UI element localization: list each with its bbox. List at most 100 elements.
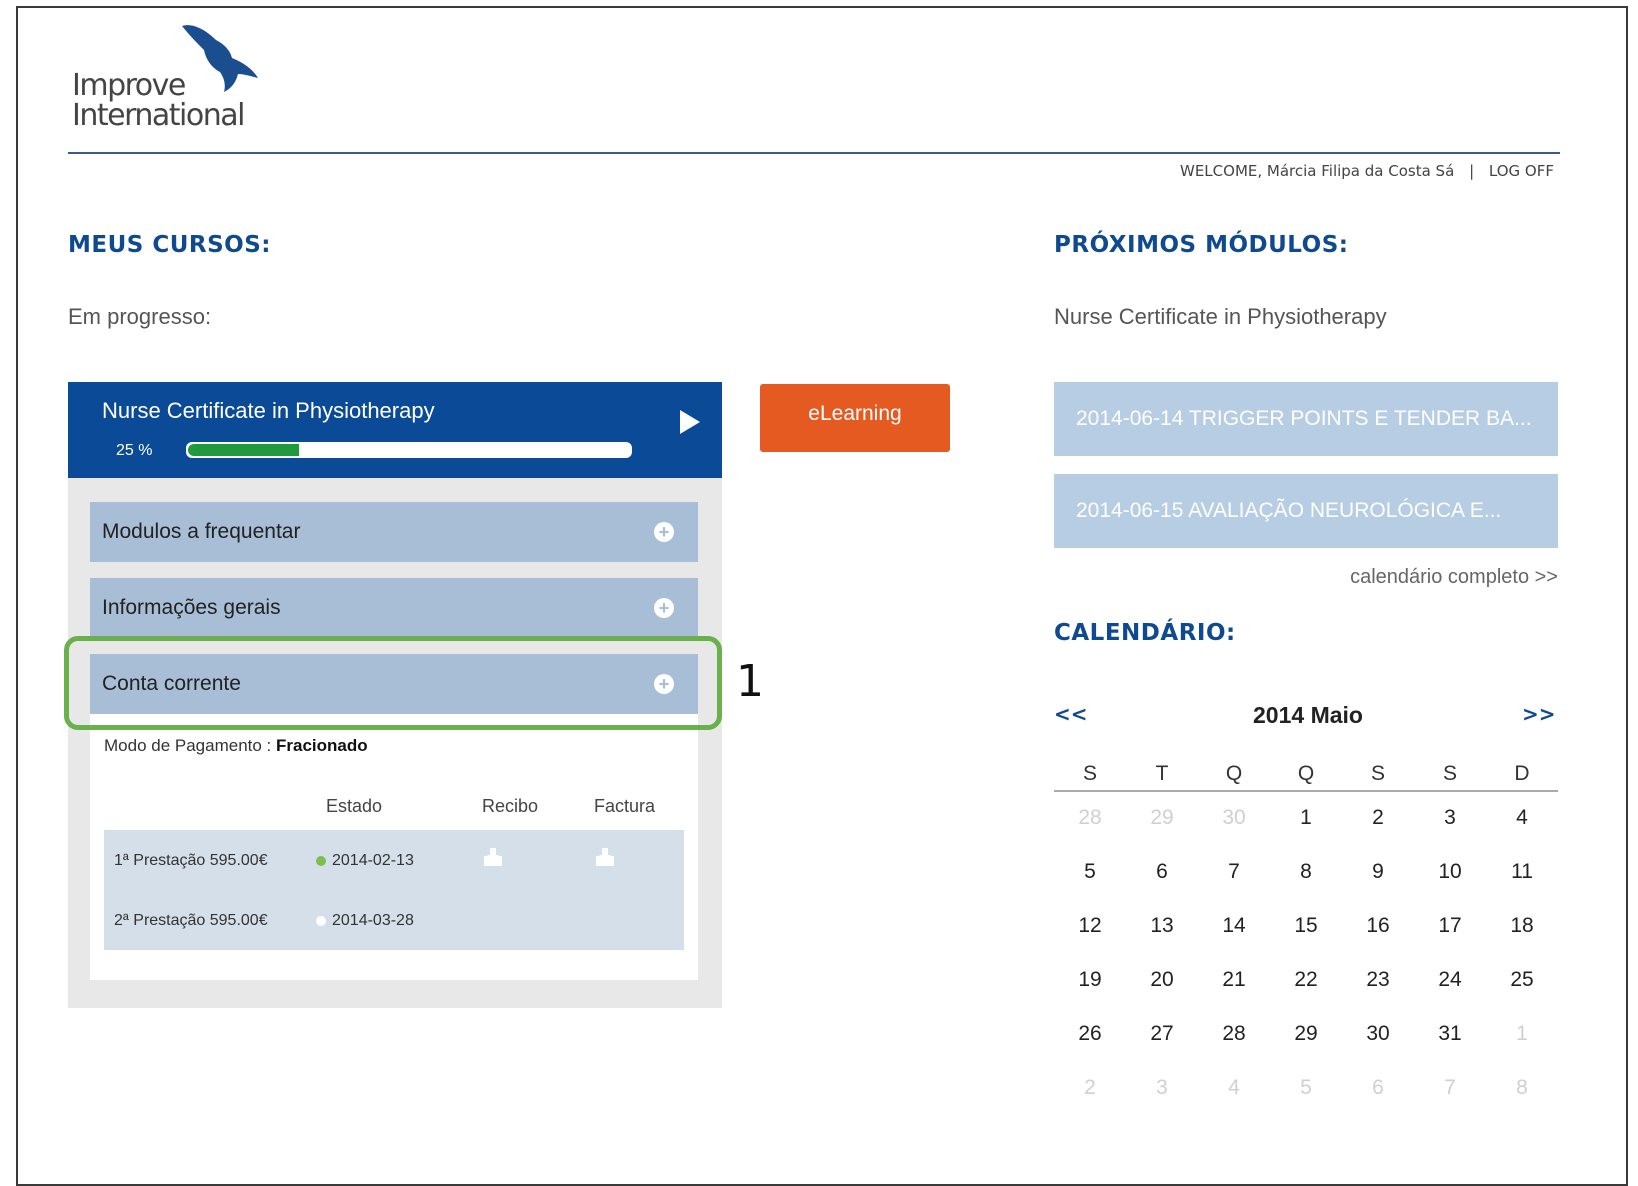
calendar-day: 3	[1156, 1076, 1168, 1099]
calendar-day[interactable]: 30	[1342, 1022, 1414, 1046]
course-header[interactable]: Nurse Certificate in Physiotherapy 25 %	[68, 382, 722, 478]
status-paid-icon	[316, 856, 326, 866]
calendar-day[interactable]: 4	[1486, 806, 1558, 830]
header-divider	[68, 152, 1560, 154]
progress-bar	[186, 442, 632, 458]
calendar-day[interactable]: 17	[1414, 914, 1486, 938]
calendar-day[interactable]: 16	[1342, 914, 1414, 938]
receipt-download-icon[interactable]	[482, 846, 504, 868]
weekday-label: S	[1082, 762, 1097, 785]
weekday-label: Q	[1225, 762, 1243, 785]
my-courses-title: MEUS CURSOS:	[68, 232, 271, 258]
calendar-day[interactable]: 6	[1126, 860, 1198, 884]
calendar-day[interactable]: 22	[1270, 968, 1342, 992]
calendar-day: 29	[1150, 806, 1174, 829]
course-body: Modulos a frequentar + Informações gerai…	[68, 478, 722, 1008]
calendar-next-button[interactable]: >>	[1522, 702, 1556, 726]
calendar-day: 6	[1372, 1076, 1384, 1099]
conta-corrente-panel: Modo de Pagamento : Fracionado Estado Re…	[90, 714, 698, 980]
calendar-day: 1	[1516, 1022, 1528, 1045]
next-modules-title: PRÓXIMOS MÓDULOS:	[1054, 232, 1349, 258]
calendar-day[interactable]: 15	[1270, 914, 1342, 938]
calendar-day: 7	[1444, 1076, 1456, 1099]
calendar-weekdays: STQQSSD	[1054, 762, 1558, 792]
logoff-link[interactable]: LOG OFF	[1489, 162, 1554, 180]
progress-label: 25 %	[116, 442, 153, 459]
calendar-day[interactable]: 23	[1342, 968, 1414, 992]
calendar-day: 5	[1300, 1076, 1312, 1099]
course-name: Nurse Certificate in Physiotherapy	[102, 398, 435, 423]
calendar-day[interactable]: 13	[1126, 914, 1198, 938]
calendar-day: 4	[1228, 1076, 1240, 1099]
payments-table: 1ª Prestação 595.00€ 2014-02-13 2ª Prest…	[104, 830, 684, 950]
table-row: 2ª Prestação 595.00€ 2014-03-28	[104, 890, 684, 950]
weekday-label: D	[1514, 762, 1530, 785]
header-estado: Estado	[326, 796, 383, 816]
calendar-day[interactable]: 24	[1414, 968, 1486, 992]
calendar-day[interactable]: 3	[1414, 806, 1486, 830]
installment-date: 2014-03-28	[332, 912, 414, 929]
eagle-icon	[182, 25, 258, 92]
calendar-day[interactable]: 7	[1198, 860, 1270, 884]
header-factura: Factura	[594, 796, 656, 816]
calendar-day: 2	[1084, 1076, 1096, 1099]
logo[interactable]: Improve International	[70, 22, 260, 134]
welcome-text: WELCOME, Márcia Filipa da Costa Sá	[1180, 162, 1455, 180]
calendar-day[interactable]: 9	[1342, 860, 1414, 884]
calendar-day[interactable]: 29	[1270, 1022, 1342, 1046]
separator: |	[1469, 162, 1475, 180]
calendar-day[interactable]: 1	[1270, 806, 1342, 830]
weekday-label: S	[1370, 762, 1385, 785]
user-bar: WELCOME, Márcia Filipa da Costa Sá | LOG…	[1180, 162, 1554, 180]
header-recibo: Recibo	[482, 796, 539, 816]
calendar-day[interactable]: 2	[1342, 806, 1414, 830]
calendar-day[interactable]: 19	[1054, 968, 1126, 992]
next-modules-course: Nurse Certificate in Physiotherapy	[1054, 304, 1387, 329]
table-row: 1ª Prestação 595.00€ 2014-02-13	[104, 830, 684, 890]
full-calendar-link[interactable]: calendário completo >>	[1350, 566, 1558, 589]
invoice-download-icon[interactable]	[594, 846, 616, 868]
in-progress-label: Em progresso:	[68, 304, 212, 329]
calendar-day[interactable]: 11	[1486, 860, 1558, 884]
calendar-day[interactable]: 25	[1486, 968, 1558, 992]
calendar-month: 2014 Maio	[1253, 702, 1363, 728]
calendar-title: CALENDÁRIO:	[1054, 620, 1236, 646]
installment-label: 1ª Prestação 595.00€	[114, 852, 268, 869]
logo-text-line2: International	[72, 98, 245, 133]
module-item[interactable]: 2014-06-14 TRIGGER POINTS E TENDER BA...	[1054, 382, 1558, 456]
module-item[interactable]: 2014-06-15 AVALIAÇÃO NEUROLÓGICA E...	[1054, 474, 1558, 548]
calendar-day: 28	[1078, 806, 1102, 829]
calendar-day[interactable]: 20	[1126, 968, 1198, 992]
play-icon[interactable]	[680, 410, 700, 434]
calendar-day[interactable]: 31	[1414, 1022, 1486, 1046]
status-pending-icon	[316, 916, 326, 926]
progress-fill	[188, 444, 299, 456]
calendar-day: 30	[1222, 806, 1246, 829]
accordion-label: Modulos a frequentar	[102, 520, 301, 543]
calendar-day[interactable]: 27	[1126, 1022, 1198, 1046]
payment-mode: Modo de Pagamento : Fracionado	[104, 736, 368, 756]
calendar-day[interactable]: 5	[1054, 860, 1126, 884]
calendar-day[interactable]: 8	[1270, 860, 1342, 884]
calendar-day: 8	[1516, 1076, 1528, 1099]
calendar-day[interactable]: 18	[1486, 914, 1558, 938]
calendar-day[interactable]: 26	[1054, 1022, 1126, 1046]
weekday-label: Q	[1297, 762, 1315, 785]
installment-date: 2014-02-13	[332, 852, 414, 869]
calendar-day[interactable]: 12	[1054, 914, 1126, 938]
plus-icon[interactable]: +	[654, 522, 674, 542]
payment-mode-value: Fracionado	[276, 736, 368, 755]
accordion-modulos[interactable]: Modulos a frequentar +	[90, 502, 698, 562]
weekday-label: S	[1442, 762, 1457, 785]
plus-icon[interactable]: +	[654, 598, 674, 618]
calendar-prev-button[interactable]: <<	[1054, 702, 1088, 726]
accordion-informacoes[interactable]: Informações gerais +	[90, 578, 698, 638]
accordion-label: Informações gerais	[102, 596, 281, 619]
annotation-highlight	[64, 636, 722, 730]
calendar-day[interactable]: 14	[1198, 914, 1270, 938]
elearning-button[interactable]: eLearning	[760, 384, 950, 452]
calendar-day[interactable]: 28	[1198, 1022, 1270, 1046]
calendar-day[interactable]: 21	[1198, 968, 1270, 992]
calendar-day[interactable]: 10	[1414, 860, 1486, 884]
payment-mode-label: Modo de Pagamento :	[104, 736, 277, 755]
